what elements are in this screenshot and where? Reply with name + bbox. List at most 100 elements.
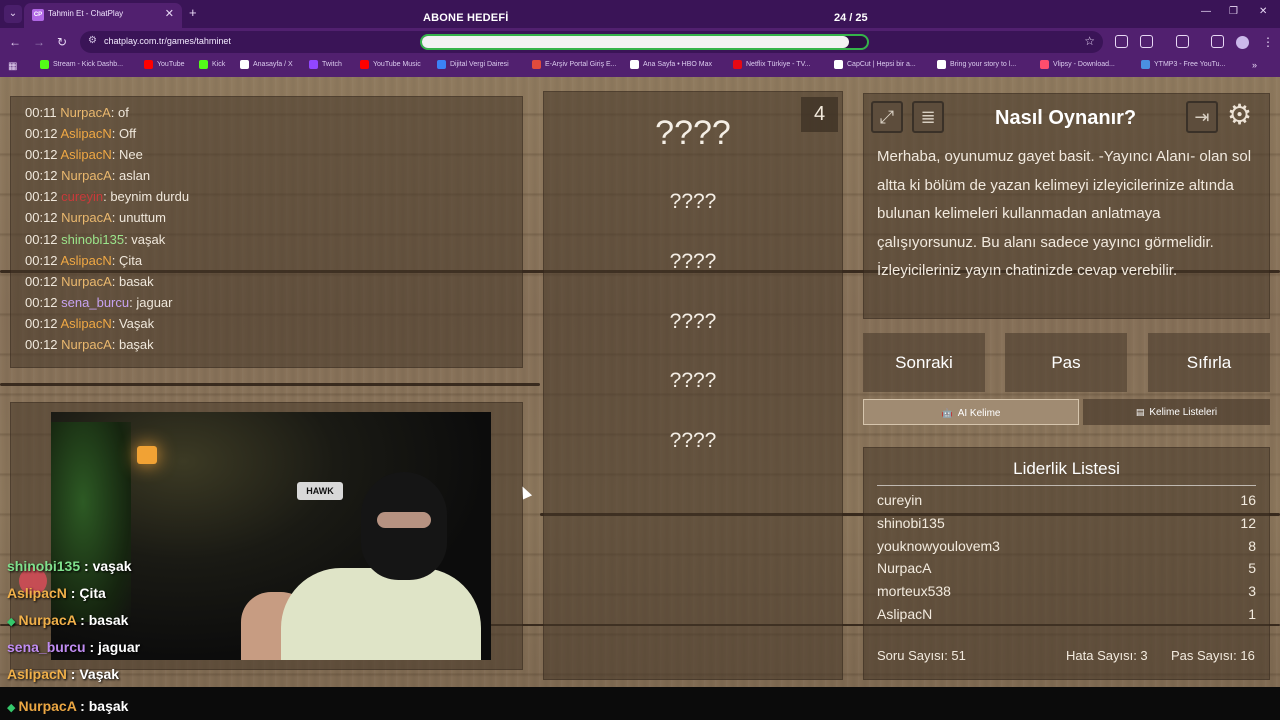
bookmark-item[interactable]: Netflix Türkiye - TV...: [733, 60, 810, 69]
chat-username: NurpacA: [60, 105, 111, 120]
forward-icon[interactable]: →: [33, 35, 45, 49]
error-count: Hata Sayısı: 3: [1066, 648, 1148, 663]
overlay-chat-msg: : jaguar: [85, 639, 141, 655]
reload-icon[interactable]: ↻: [57, 35, 67, 49]
bookmark-item[interactable]: Vlipsy - Download...: [1040, 60, 1115, 69]
bookmark-item[interactable]: Twitch: [309, 60, 342, 69]
next-button[interactable]: Sonraki: [863, 333, 985, 392]
leaderboard-name: cureyin: [877, 492, 923, 508]
bookmark-item[interactable]: YouTube Music: [360, 60, 421, 69]
reset-button[interactable]: Sıfırla: [1148, 333, 1270, 392]
bookmark-item[interactable]: YouTube: [144, 60, 185, 69]
tab-title: Tahmin Et - ChatPlay: [48, 9, 124, 18]
bookmark-favicon-icon: [360, 60, 369, 69]
extensions-puzzle-icon[interactable]: [1140, 35, 1153, 48]
how-to-play-title: Nasıl Oynanır?: [995, 107, 1137, 129]
bookmark-item[interactable]: Anasayfa / X: [240, 60, 293, 69]
leaderboard-row: AslipacN 1: [877, 606, 1256, 628]
bookmark-item[interactable]: Dijital Vergi Dairesi: [437, 60, 509, 69]
site-info-icon[interactable]: ⚙: [88, 35, 97, 46]
chat-log-line: 00:12 NurpacA: unuttum: [25, 210, 508, 231]
chat-log-line: 00:11 NurpacA: of: [25, 105, 508, 126]
bookmark-label: CapCut | Hepsi bir a...: [847, 61, 916, 68]
chat-log-line: 00:12 NurpacA: başak: [25, 337, 508, 358]
tab-ai-word[interactable]: 🤖 AI Kelime: [863, 399, 1079, 425]
pass-count: Pas Sayısı: 16: [1171, 648, 1255, 663]
chat-username: sena_burcu: [61, 294, 130, 310]
bookmark-label: Kick: [212, 61, 226, 68]
minimize-icon[interactable]: —: [1201, 6, 1211, 17]
chat-username: NurpacA: [61, 273, 112, 289]
download-icon[interactable]: [1176, 35, 1189, 48]
browser-tab-bar: ⌄ CP Tahmin Et - ChatPlay ✕ + ABONE HEDE…: [0, 0, 1280, 28]
new-tab-icon[interactable]: +: [189, 5, 197, 20]
leaderboard-score: 1: [1248, 606, 1256, 622]
bookmark-favicon-icon: [834, 60, 843, 69]
chat-username: AslipacN: [60, 252, 112, 268]
bookmark-favicon-icon: [144, 60, 153, 69]
chat-message: : Nee: [111, 147, 143, 163]
main-word: ????: [655, 114, 731, 152]
streamer-image: [241, 472, 481, 660]
restore-icon[interactable]: ❐: [1229, 6, 1238, 17]
bottom-chat-msg: : başak: [76, 698, 129, 714]
bookmark-favicon-icon: [937, 60, 946, 69]
chat-message: : aslan: [111, 168, 151, 184]
url-text: chatplay.com.tr/games/tahminet: [104, 36, 231, 46]
bookmark-label: E-Arşiv Portal Giriş E...: [545, 61, 617, 68]
chat-time: 00:12: [25, 147, 58, 163]
bookmark-star-icon[interactable]: ☆: [1084, 34, 1095, 48]
fullscreen-icon[interactable]: ⤢: [871, 101, 903, 133]
chat-time: 00:12: [25, 252, 58, 268]
bottom-chat-line: ◆ NurpacA : başak: [7, 698, 128, 714]
back-icon[interactable]: ←: [9, 35, 21, 49]
overlay-chat-user: shinobi135: [7, 558, 81, 574]
chat-log-line: 00:12 AslipacN: Nee: [25, 147, 508, 168]
bookmark-item[interactable]: CapCut | Hepsi bir a...: [834, 60, 916, 69]
chat-time: 00:12: [25, 210, 58, 226]
overlay-chat-msg: : vaşak: [80, 558, 132, 574]
subscriber-goal-progress-bar: [420, 34, 869, 50]
close-tab-icon[interactable]: ✕: [165, 7, 174, 20]
bookmark-item[interactable]: Stream - Kick Dashb...: [40, 60, 123, 69]
chat-username: NurpacA: [61, 168, 112, 184]
chatplay-favicon-icon: CP: [32, 9, 44, 21]
tab-search-icon[interactable]: ⌄: [4, 5, 22, 23]
bookmark-item[interactable]: Ana Sayfa • HBO Max: [630, 60, 712, 69]
tab-active[interactable]: CP Tahmin Et - ChatPlay ✕: [24, 3, 182, 28]
overlay-chat-line: shinobi135 : vaşak: [7, 558, 140, 585]
apps-grid-icon[interactable]: ▦: [8, 61, 17, 72]
bookmark-favicon-icon: [733, 60, 742, 69]
chat-log-line: 00:12 NurpacA: basak: [25, 274, 508, 295]
hidden-word: ????: [669, 429, 717, 452]
bookmark-item[interactable]: E-Arşiv Portal Giriş E...: [532, 60, 617, 69]
bottom-chat-user: NurpacA: [18, 698, 77, 714]
leaderboard-row: shinobi135 12: [877, 515, 1256, 537]
extension-icon[interactable]: [1115, 35, 1128, 48]
bookmark-label: YouTube: [157, 61, 185, 68]
bookmark-item[interactable]: YTMP3 - Free YouTu...: [1141, 60, 1225, 69]
notes-icon[interactable]: ≣: [912, 101, 944, 133]
menu-kebab-icon[interactable]: ⋮: [1262, 35, 1274, 49]
profile-avatar[interactable]: [1236, 36, 1249, 49]
leaderboard-name: AslipacN: [877, 606, 933, 622]
tab-word-lists[interactable]: ▤ Kelime Listeleri: [1083, 399, 1270, 425]
bookmark-item[interactable]: Kick: [199, 60, 225, 69]
exit-icon[interactable]: ⇥: [1186, 101, 1218, 133]
chat-message: : jaguar: [129, 294, 173, 310]
more-bookmarks-icon[interactable]: »: [1252, 60, 1257, 70]
bookmark-item[interactable]: Bring your story to l...: [937, 60, 1016, 69]
bookmark-label: Bring your story to l...: [950, 61, 1017, 68]
overlay-chat-msg: : Vaşak: [66, 666, 120, 682]
overlay-chat-user: AslipacN: [7, 585, 67, 601]
close-window-icon[interactable]: ✕: [1259, 6, 1267, 17]
chat-log-line: 00:12 AslipacN: Vaşak: [25, 316, 508, 337]
leaderboard-score: 5: [1248, 560, 1256, 577]
media-control-icon[interactable]: [1211, 35, 1224, 48]
bookmark-label: Netflix Türkiye - TV...: [746, 61, 811, 68]
subscriber-goal-title: ABONE HEDEFİ: [423, 12, 509, 24]
pass-button[interactable]: Pas: [1005, 333, 1127, 392]
bookmark-label: YouTube Music: [373, 61, 421, 68]
bookmark-label: Vlipsy - Download...: [1053, 61, 1115, 68]
gear-icon[interactable]: ⚙: [1227, 98, 1252, 131]
